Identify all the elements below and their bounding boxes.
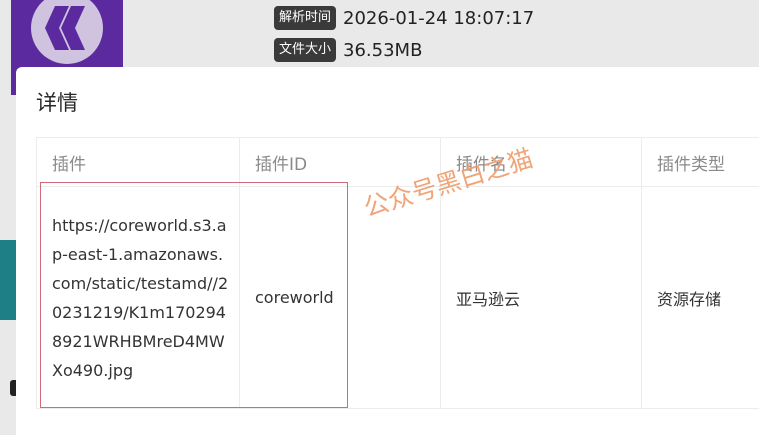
file-size-value: 36.53MB	[343, 39, 423, 61]
background-panel-edge	[0, 240, 16, 320]
detail-modal: 详情 插件 插件ID 插件名 插件类型 https://coreworld.s3…	[16, 67, 759, 435]
column-header-plugin: 插件	[36, 137, 240, 187]
parse-time-row: 解析时间 2026-01-24 18:07:17	[274, 5, 534, 31]
highlight-annotation-box	[40, 182, 348, 408]
file-size-row: 文件大小 36.53MB	[274, 37, 422, 63]
file-size-label: 文件大小	[274, 38, 337, 62]
column-header-plugin-type: 插件类型	[641, 137, 759, 187]
cell-plugin-name: 亚马逊云	[440, 186, 642, 409]
cell-plugin-type: 资源存储	[641, 186, 759, 409]
parse-time-value: 2026-01-24 18:07:17	[343, 7, 535, 29]
modal-title: 详情	[36, 91, 78, 115]
logo-icon	[31, 0, 103, 64]
parse-time-label: 解析时间	[274, 6, 337, 30]
